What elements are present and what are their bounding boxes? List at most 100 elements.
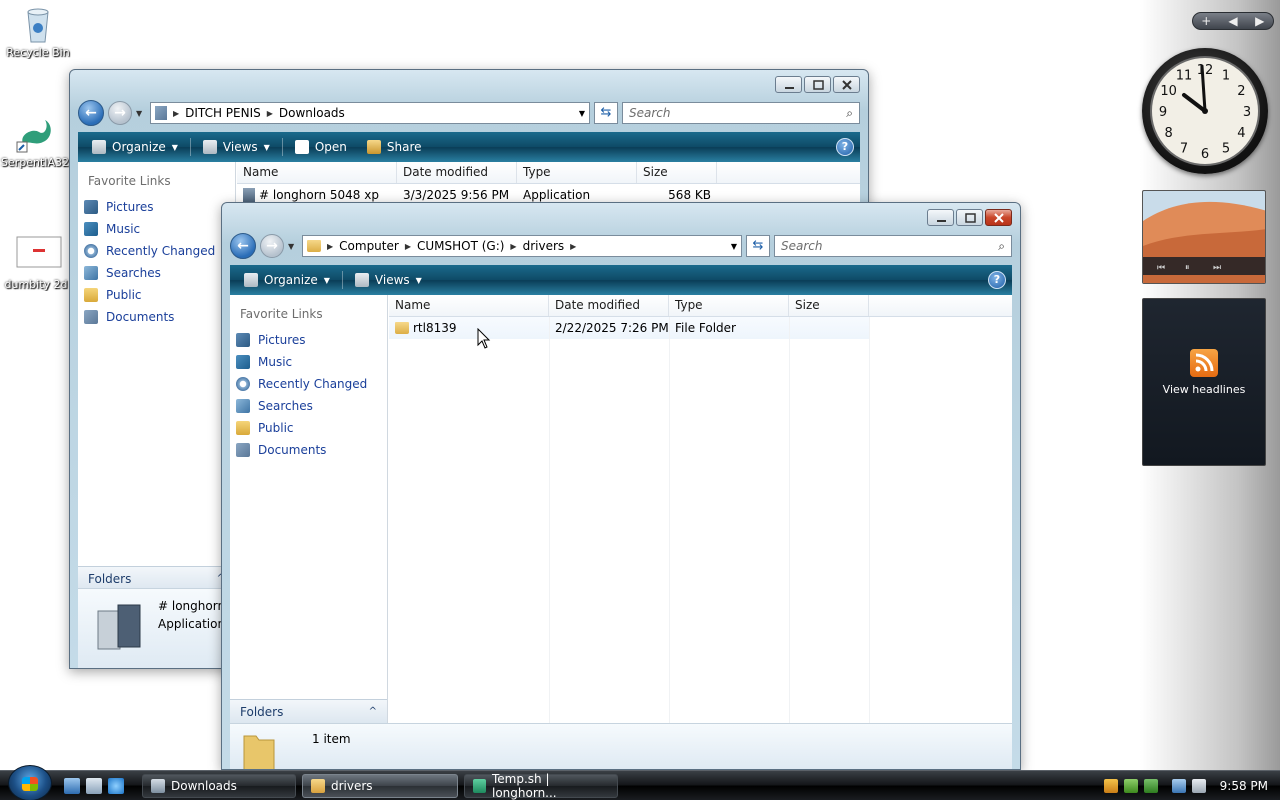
- volume-muted-icon[interactable]: [1191, 778, 1206, 793]
- address-dropdown[interactable]: ▼: [575, 109, 589, 118]
- column-header-date[interactable]: Date modified: [549, 295, 669, 316]
- network-icon[interactable]: [1171, 778, 1186, 793]
- table-row[interactable]: rtl8139 2/22/2025 7:26 PM File Folder: [389, 317, 869, 339]
- organize-button[interactable]: Organize ▼: [84, 135, 186, 159]
- share-button[interactable]: Share: [359, 135, 430, 159]
- nav-link-pictures[interactable]: Pictures: [78, 196, 235, 218]
- nav-link-music[interactable]: Music: [230, 351, 387, 373]
- folders-label: Folders: [240, 704, 284, 719]
- explorer-window-icon: [151, 778, 165, 793]
- nav-link-documents[interactable]: Documents: [78, 306, 235, 328]
- taskbar-button-downloads[interactable]: Downloads: [142, 773, 296, 798]
- back-button[interactable]: ←: [230, 233, 256, 259]
- nav-link-public[interactable]: Public: [230, 417, 387, 439]
- column-header-type[interactable]: Type: [669, 295, 789, 316]
- minimize-button[interactable]: [775, 76, 802, 93]
- views-label: Views: [374, 273, 410, 287]
- clock-gadget[interactable]: 12 1 2 3 4 5 6 7 8 9 10 11: [1142, 48, 1268, 174]
- next-gadget-button[interactable]: ▶: [1246, 14, 1273, 28]
- help-button[interactable]: ?: [988, 271, 1006, 289]
- column-header-name[interactable]: Name: [389, 295, 549, 316]
- column-header-size[interactable]: Size: [789, 295, 869, 316]
- column-header-size[interactable]: Size: [637, 162, 717, 183]
- breadcrumb-item[interactable]: Computer: [339, 239, 399, 253]
- chevron-right-icon: ▶: [266, 108, 273, 118]
- minimize-button[interactable]: [927, 209, 954, 226]
- search-input[interactable]: Search ⌕: [774, 235, 1012, 257]
- maximize-button[interactable]: [804, 76, 831, 93]
- application-large-icon: [88, 597, 148, 655]
- feed-headlines-gadget[interactable]: View headlines: [1142, 298, 1266, 466]
- recent-pages-dropdown[interactable]: ▼: [136, 109, 146, 118]
- recent-pages-dropdown[interactable]: ▼: [288, 242, 298, 251]
- breadcrumb-item[interactable]: drivers: [523, 239, 565, 253]
- organize-label: Organize: [264, 273, 318, 287]
- previous-gadget-button[interactable]: ◀: [1220, 14, 1247, 28]
- clock-numeral: 10: [1160, 84, 1177, 99]
- documents-icon: [84, 310, 98, 324]
- internet-explorer-icon[interactable]: [108, 777, 124, 794]
- nav-link-recently-changed[interactable]: Recently Changed: [230, 373, 387, 395]
- forward-button[interactable]: →: [260, 234, 284, 258]
- nav-link-music[interactable]: Music: [78, 218, 235, 240]
- start-button[interactable]: [8, 764, 52, 800]
- nav-link-pictures[interactable]: Pictures: [230, 329, 387, 351]
- window-controls: [927, 209, 1012, 226]
- switch-windows-icon[interactable]: [86, 777, 102, 794]
- favorite-links-title: Favorite Links: [88, 174, 171, 188]
- views-button[interactable]: Views ▼: [195, 135, 278, 159]
- show-desktop-icon[interactable]: [64, 777, 80, 794]
- close-button[interactable]: [985, 209, 1012, 226]
- breadcrumb-item[interactable]: DITCH PENIS: [185, 106, 261, 120]
- taskbar-button-drivers[interactable]: drivers: [302, 773, 458, 798]
- column-header-date[interactable]: Date modified: [397, 162, 517, 183]
- column-header-type[interactable]: Type: [517, 162, 637, 183]
- help-button[interactable]: ?: [836, 138, 854, 156]
- nav-link-documents[interactable]: Documents: [230, 439, 387, 461]
- folders-toggle[interactable]: Folders^: [78, 566, 235, 590]
- nav-link-searches[interactable]: Searches: [230, 395, 387, 417]
- serpent-desktop-icon[interactable]: SerpentIA32: [0, 114, 72, 169]
- breadcrumb-item[interactable]: CUMSHOT (G:): [417, 239, 504, 253]
- clock-time[interactable]: 9:58 PM: [1220, 779, 1268, 793]
- checkmark-icon[interactable]: [1143, 778, 1158, 793]
- dumbity-desktop-icon[interactable]: dumbity 2d: [0, 236, 73, 291]
- refresh-button[interactable]: ⇆: [746, 235, 770, 257]
- organize-button[interactable]: Organize ▼: [236, 268, 338, 292]
- search-icon[interactable]: ⌕: [846, 106, 853, 121]
- open-button[interactable]: Open: [287, 135, 355, 159]
- searches-icon: [84, 266, 98, 280]
- back-arrow-icon: ←: [85, 105, 97, 121]
- address-bar[interactable]: ▶ Computer ▶ CUMSHOT (G:) ▶ drivers ▶ ▼: [302, 235, 742, 257]
- desktop-icon-label: Recycle Bin: [6, 46, 70, 59]
- column-header-name[interactable]: Name: [237, 162, 397, 183]
- back-button[interactable]: ←: [78, 100, 104, 126]
- forward-button[interactable]: →: [108, 101, 132, 125]
- breadcrumb-item[interactable]: Downloads: [279, 106, 345, 120]
- taskbar: Downloads drivers Temp.sh | longhorn... …: [0, 764, 1280, 800]
- address-dropdown[interactable]: ▼: [727, 242, 741, 251]
- taskbar-button-temp[interactable]: Temp.sh | longhorn...: [464, 772, 618, 800]
- folders-toggle[interactable]: Folders^: [230, 699, 387, 723]
- refresh-button[interactable]: ⇆: [594, 102, 618, 124]
- security-shield-icon[interactable]: [1103, 778, 1118, 793]
- tray-app-icon[interactable]: [1123, 778, 1138, 793]
- file-date: 3/3/2025 9:56 PM: [403, 188, 510, 202]
- nav-link-searches[interactable]: Searches: [78, 262, 235, 284]
- recycle-bin-desktop-icon[interactable]: Recycle Bin: [1, 4, 75, 59]
- maximize-button[interactable]: [956, 209, 983, 226]
- favorite-links-title: Favorite Links: [240, 307, 323, 321]
- close-button[interactable]: [833, 76, 860, 93]
- address-bar[interactable]: ▶ DITCH PENIS ▶ Downloads ▼: [150, 102, 590, 124]
- nav-link-recently-changed[interactable]: Recently Changed: [78, 240, 235, 262]
- drivers-window[interactable]: ← → ▼ ▶ Computer ▶ CUMSHOT (G:) ▶ driver…: [221, 202, 1021, 770]
- slideshow-gadget[interactable]: ⏮ ⏸ ⏭: [1142, 190, 1266, 284]
- search-input[interactable]: Search ⌕: [622, 102, 860, 124]
- search-icon[interactable]: ⌕: [998, 239, 1005, 254]
- views-label: Views: [222, 140, 258, 154]
- views-button[interactable]: Views ▼: [347, 268, 430, 292]
- add-gadget-button[interactable]: +: [1193, 14, 1220, 28]
- clock-numeral: 12: [1197, 63, 1214, 78]
- nav-link-public[interactable]: Public: [78, 284, 235, 306]
- view-headlines-label[interactable]: View headlines: [1143, 383, 1265, 396]
